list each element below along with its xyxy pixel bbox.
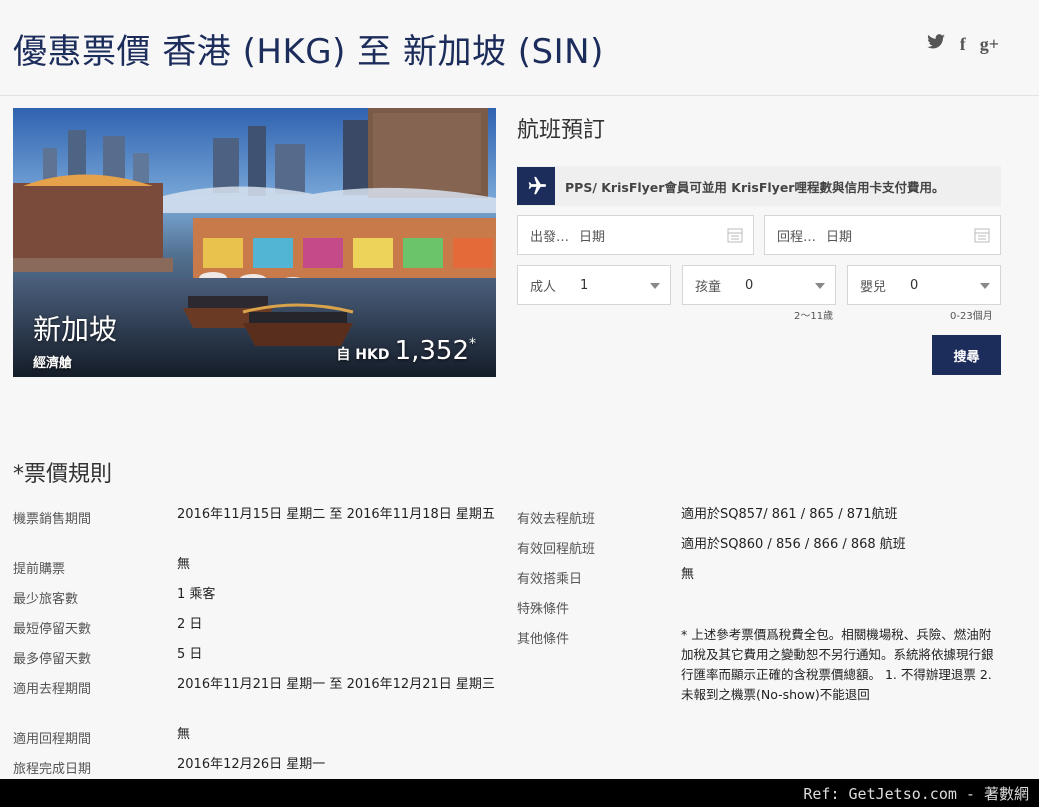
- rule-label: 最短停留天數: [13, 622, 92, 637]
- rule-label: 有效去程航班: [517, 512, 596, 527]
- adults-value: 1: [580, 277, 589, 293]
- rule-label: 適用回程期間: [13, 732, 92, 747]
- hero-price: 自 HKD 1,352*: [336, 336, 476, 366]
- facebook-icon[interactable]: f: [960, 34, 966, 55]
- rule-value: * 上述參考票價爲稅費全包。相關機場稅、兵險、燃油附加稅及其它費用之變動恕不另行…: [681, 627, 994, 702]
- chevron-down-icon: [650, 283, 660, 289]
- price-prefix: 自 HKD: [336, 347, 390, 363]
- rule-label: 適用去程期間: [13, 682, 92, 697]
- rule-label: 提前購票: [13, 562, 66, 577]
- infants-age-hint: 0-23個月: [950, 311, 993, 322]
- rule-value: 5 日: [177, 647, 203, 662]
- rule-label: 有效搭乘日: [517, 572, 583, 587]
- rule-value: 1 乘客: [177, 587, 216, 602]
- price-amount: 1,352: [394, 336, 469, 366]
- depart-date-field[interactable]: 出發… 日期: [517, 215, 754, 255]
- rule-value: 無: [681, 567, 695, 582]
- booking-title: 航班預訂: [517, 118, 606, 143]
- calendar-icon[interactable]: [727, 227, 743, 243]
- children-value: 0: [745, 277, 754, 293]
- krisflyer-notice: PPS/ KrisFlyer會員可並用 KrisFlyer哩程數與信用卡支付費用…: [517, 166, 1001, 206]
- return-date-field[interactable]: 回程… 日期: [764, 215, 1001, 255]
- rule-value: 適用於SQ857/ 861 / 865 / 871航班: [681, 507, 898, 522]
- rule-label: 最少旅客數: [13, 592, 79, 607]
- page-title: 優惠票價 香港 (HKG) 至 新加坡 (SIN): [13, 32, 604, 72]
- rule-value: 2016年11月21日 星期一 至 2016年12月21日 星期三: [177, 677, 495, 692]
- price-mark: *: [469, 336, 476, 352]
- hero-cabin-class: 經濟艙: [33, 356, 73, 371]
- notice-text: PPS/ KrisFlyer會員可並用 KrisFlyer哩程數與信用卡支付費用…: [565, 179, 945, 195]
- hero-destination: 新加坡: [33, 313, 118, 346]
- rule-label: 機票銷售期間: [13, 512, 92, 527]
- chevron-down-icon: [980, 283, 990, 289]
- infants-label: 嬰兒: [860, 279, 887, 295]
- search-button[interactable]: 搜尋: [932, 335, 1001, 375]
- social-links: f g+: [926, 34, 999, 55]
- googleplus-icon[interactable]: g+: [980, 34, 999, 55]
- depart-placeholder: 日期: [579, 229, 606, 245]
- rule-label: 最多停留天數: [13, 652, 92, 667]
- rule-value: 2 日: [177, 617, 203, 632]
- twitter-icon[interactable]: [926, 34, 946, 55]
- children-age-hint: 2～11歲: [794, 311, 834, 322]
- destination-hero-image[interactable]: 新加坡 經濟艙 自 HKD 1,352*: [13, 108, 496, 377]
- children-select[interactable]: 孩童 0: [682, 265, 836, 305]
- adults-select[interactable]: 成人 1: [517, 265, 671, 305]
- rule-value: 無: [177, 727, 191, 742]
- rule-label: 其他條件: [517, 632, 570, 647]
- fare-rules-title: *票價規則: [13, 462, 113, 487]
- infants-select[interactable]: 嬰兒 0: [847, 265, 1001, 305]
- rule-label: 特殊條件: [517, 602, 570, 617]
- footer-ref: Ref: GetJetso.com - 著數網: [0, 779, 1039, 807]
- rule-value: 2016年11月15日 星期二 至 2016年11月18日 星期五: [177, 507, 495, 522]
- chevron-down-icon: [815, 283, 825, 289]
- return-label: 回程…: [777, 229, 817, 245]
- depart-label: 出發…: [530, 229, 570, 245]
- rule-value: 無: [177, 557, 191, 572]
- return-placeholder: 日期: [826, 229, 853, 245]
- calendar-icon[interactable]: [974, 227, 990, 243]
- rule-label: 旅程完成日期: [13, 762, 92, 777]
- adults-label: 成人: [530, 279, 557, 295]
- infants-value: 0: [910, 277, 919, 293]
- header-divider: [0, 95, 1039, 96]
- rule-label: 有效回程航班: [517, 542, 596, 557]
- plane-icon: [517, 167, 555, 205]
- children-label: 孩童: [695, 279, 722, 295]
- rule-value: 2016年12月26日 星期一: [177, 757, 326, 772]
- rule-value: 適用於SQ860 / 856 / 866 / 868 航班: [681, 537, 906, 552]
